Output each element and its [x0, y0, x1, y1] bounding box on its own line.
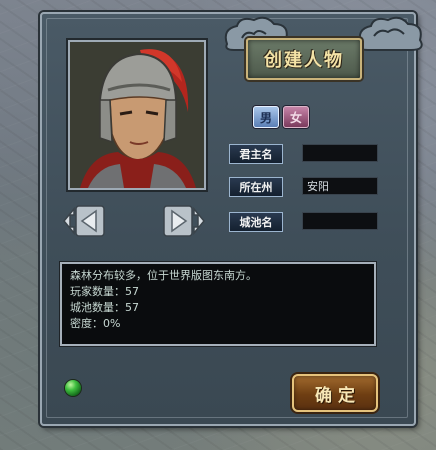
gender-female-label: 女 [289, 110, 302, 125]
state-label: 所在州 [229, 177, 283, 197]
dialog-title-plaque: 创建人物 [246, 38, 362, 80]
cloud-ornament-right-icon [358, 16, 423, 51]
player-count: 玩家数量：57 [70, 285, 139, 298]
lord-name-label: 君主名 [229, 144, 283, 164]
confirm-button-label: 确定 [315, 385, 361, 406]
city-name-input[interactable] [302, 212, 378, 230]
warrior-portrait-icon [70, 42, 204, 188]
previous-portrait-button[interactable] [62, 203, 106, 239]
next-portrait-button[interactable] [162, 203, 206, 239]
green-orb-icon [65, 380, 81, 396]
gender-male-label: 男 [259, 110, 272, 125]
lord-name-input[interactable] [302, 144, 378, 162]
city-count: 城池数量：57 [70, 301, 139, 314]
gender-female-button[interactable]: 女 [283, 106, 309, 128]
state-value: 安阳 [302, 177, 378, 195]
gender-male-button[interactable]: 男 [253, 106, 279, 128]
region-info-box: 森林分布较多，位于世界版图东南方。 玩家数量：57 城池数量：57 密度：0% [60, 262, 376, 346]
left-arrow-icon [63, 206, 75, 236]
character-portrait [68, 40, 206, 190]
density: 密度：0% [70, 317, 121, 330]
confirm-button[interactable]: 确定 [292, 374, 378, 412]
city-name-label: 城池名 [229, 212, 283, 232]
region-description: 森林分布较多，位于世界版图东南方。 [70, 269, 257, 282]
dialog-title: 创建人物 [264, 50, 344, 71]
